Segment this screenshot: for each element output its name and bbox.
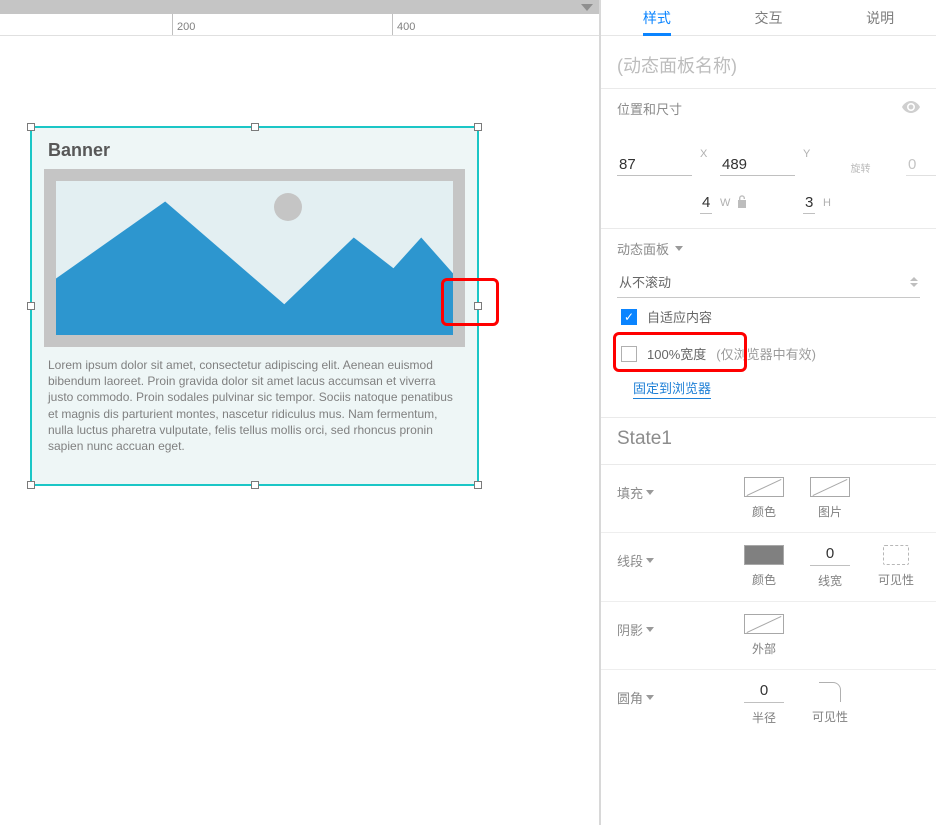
section-line: 线段 颜色 线宽 可见性 xyxy=(601,533,936,602)
select-stepper-icon xyxy=(910,277,918,287)
fill-color-label: 颜色 xyxy=(752,503,776,520)
chevron-down-icon xyxy=(646,627,654,632)
fill-image-swatch[interactable] xyxy=(810,477,850,497)
full-width-label: 100%宽度 xyxy=(647,344,706,363)
horizontal-ruler: 200 400 xyxy=(0,14,599,36)
corner-radius-input[interactable] xyxy=(744,682,784,703)
h-label: H xyxy=(823,197,898,210)
scroll-behavior-select[interactable]: 从不滚动 xyxy=(617,266,920,298)
rotation-input[interactable] xyxy=(906,154,936,176)
pin-to-browser-link[interactable]: 固定到浏览器 xyxy=(633,378,711,399)
canvas-area[interactable]: 200 400 Banner xyxy=(0,0,600,825)
chevron-down-icon xyxy=(675,246,683,251)
x-label: X xyxy=(700,148,712,161)
section-widget-name: (动态面板名称) xyxy=(601,36,936,89)
resize-handle-s[interactable] xyxy=(251,481,259,489)
corner-header[interactable]: 圆角 xyxy=(617,682,671,707)
checkbox-icon xyxy=(621,346,637,362)
position-size-title: 位置和尺寸 xyxy=(617,99,682,118)
banner-image-placeholder xyxy=(44,169,465,347)
banner-title: Banner xyxy=(44,134,465,169)
fit-content-label: 自适应内容 xyxy=(647,307,712,326)
resize-handle-nw[interactable] xyxy=(27,123,35,131)
section-dynamic-panel: 动态面板 从不滚动 ✓ 自适应内容 100%宽度 (仅浏览器中有效) 固定到浏览… xyxy=(601,229,936,418)
resize-handle-n[interactable] xyxy=(251,123,259,131)
section-shadow: 阴影 外部 xyxy=(601,602,936,670)
fill-image-label: 图片 xyxy=(818,503,842,520)
lock-aspect-icon[interactable] xyxy=(736,195,748,211)
y-input[interactable] xyxy=(720,154,795,176)
dynpanel-header[interactable]: 动态面板 xyxy=(617,239,920,266)
full-width-note: (仅浏览器中有效) xyxy=(716,344,816,363)
widget-name-input[interactable]: (动态面板名称) xyxy=(617,46,920,82)
line-color-label: 颜色 xyxy=(752,571,776,588)
canvas-toolbar xyxy=(0,0,599,14)
shadow-outer-swatch[interactable] xyxy=(744,614,784,634)
y-label: Y xyxy=(803,148,815,161)
visibility-toggle-icon[interactable] xyxy=(902,101,920,116)
section-position-size: 位置和尺寸 X Y ° W xyxy=(601,89,936,229)
corner-radius-label: 半径 xyxy=(752,709,776,726)
x-input[interactable] xyxy=(617,154,692,176)
toolbar-dropdown-icon[interactable] xyxy=(581,4,593,11)
chevron-down-icon xyxy=(646,558,654,563)
resize-handle-ne[interactable] xyxy=(474,123,482,131)
line-color-swatch[interactable] xyxy=(744,545,784,565)
shadow-outer-label: 外部 xyxy=(752,640,776,657)
image-mountains-shape xyxy=(56,181,453,335)
chevron-down-icon xyxy=(646,695,654,700)
height-input[interactable] xyxy=(803,192,815,214)
fit-content-checkbox[interactable]: ✓ 自适应内容 xyxy=(617,298,920,335)
section-fill: 填充 颜色 图片 xyxy=(601,465,936,533)
tab-notes[interactable]: 说明 xyxy=(824,0,936,35)
resize-handle-sw[interactable] xyxy=(27,481,35,489)
full-width-checkbox[interactable]: 100%宽度 (仅浏览器中有效) xyxy=(617,335,920,372)
resize-handle-se[interactable] xyxy=(474,481,482,489)
resize-handle-w[interactable] xyxy=(27,302,35,310)
chevron-down-icon xyxy=(646,490,654,495)
line-width-label: 线宽 xyxy=(818,572,842,589)
inspector-tabs: 样式 交互 说明 xyxy=(601,0,936,36)
state-name[interactable]: State1 xyxy=(617,428,920,450)
banner-lorem-text: Lorem ipsum dolor sit amet, consectetur … xyxy=(44,347,465,454)
banner-widget: Banner Lorem ipsum dolor sit amet, conse… xyxy=(32,128,477,484)
ruler-label: 200 xyxy=(177,21,195,33)
line-width-input[interactable] xyxy=(810,545,850,566)
selected-widget[interactable]: Banner Lorem ipsum dolor sit amet, conse… xyxy=(30,126,479,486)
corner-visibility-label: 可见性 xyxy=(812,708,848,725)
ruler-label: 400 xyxy=(397,21,415,33)
inspector-panel: 样式 交互 说明 (动态面板名称) 位置和尺寸 X Y xyxy=(600,0,936,825)
fill-header[interactable]: 填充 xyxy=(617,477,671,502)
width-input[interactable] xyxy=(700,192,712,214)
section-state-name: State1 xyxy=(601,418,936,465)
fill-color-swatch[interactable] xyxy=(744,477,784,497)
shadow-header[interactable]: 阴影 xyxy=(617,614,671,639)
corner-visibility-icon[interactable] xyxy=(819,682,841,702)
line-visibility-label: 可见性 xyxy=(878,571,914,588)
rotation-label: 旋转 xyxy=(823,160,898,176)
w-label: W xyxy=(720,197,730,209)
line-visibility-icon[interactable] xyxy=(883,545,909,565)
tab-style[interactable]: 样式 xyxy=(601,0,713,35)
resize-handle-e[interactable] xyxy=(474,302,482,310)
line-header[interactable]: 线段 xyxy=(617,545,671,570)
scroll-behavior-value: 从不滚动 xyxy=(619,272,671,291)
checkbox-checked-icon: ✓ xyxy=(621,309,637,325)
tab-interaction[interactable]: 交互 xyxy=(713,0,825,35)
section-corner: 圆角 半径 可见性 xyxy=(601,670,936,738)
